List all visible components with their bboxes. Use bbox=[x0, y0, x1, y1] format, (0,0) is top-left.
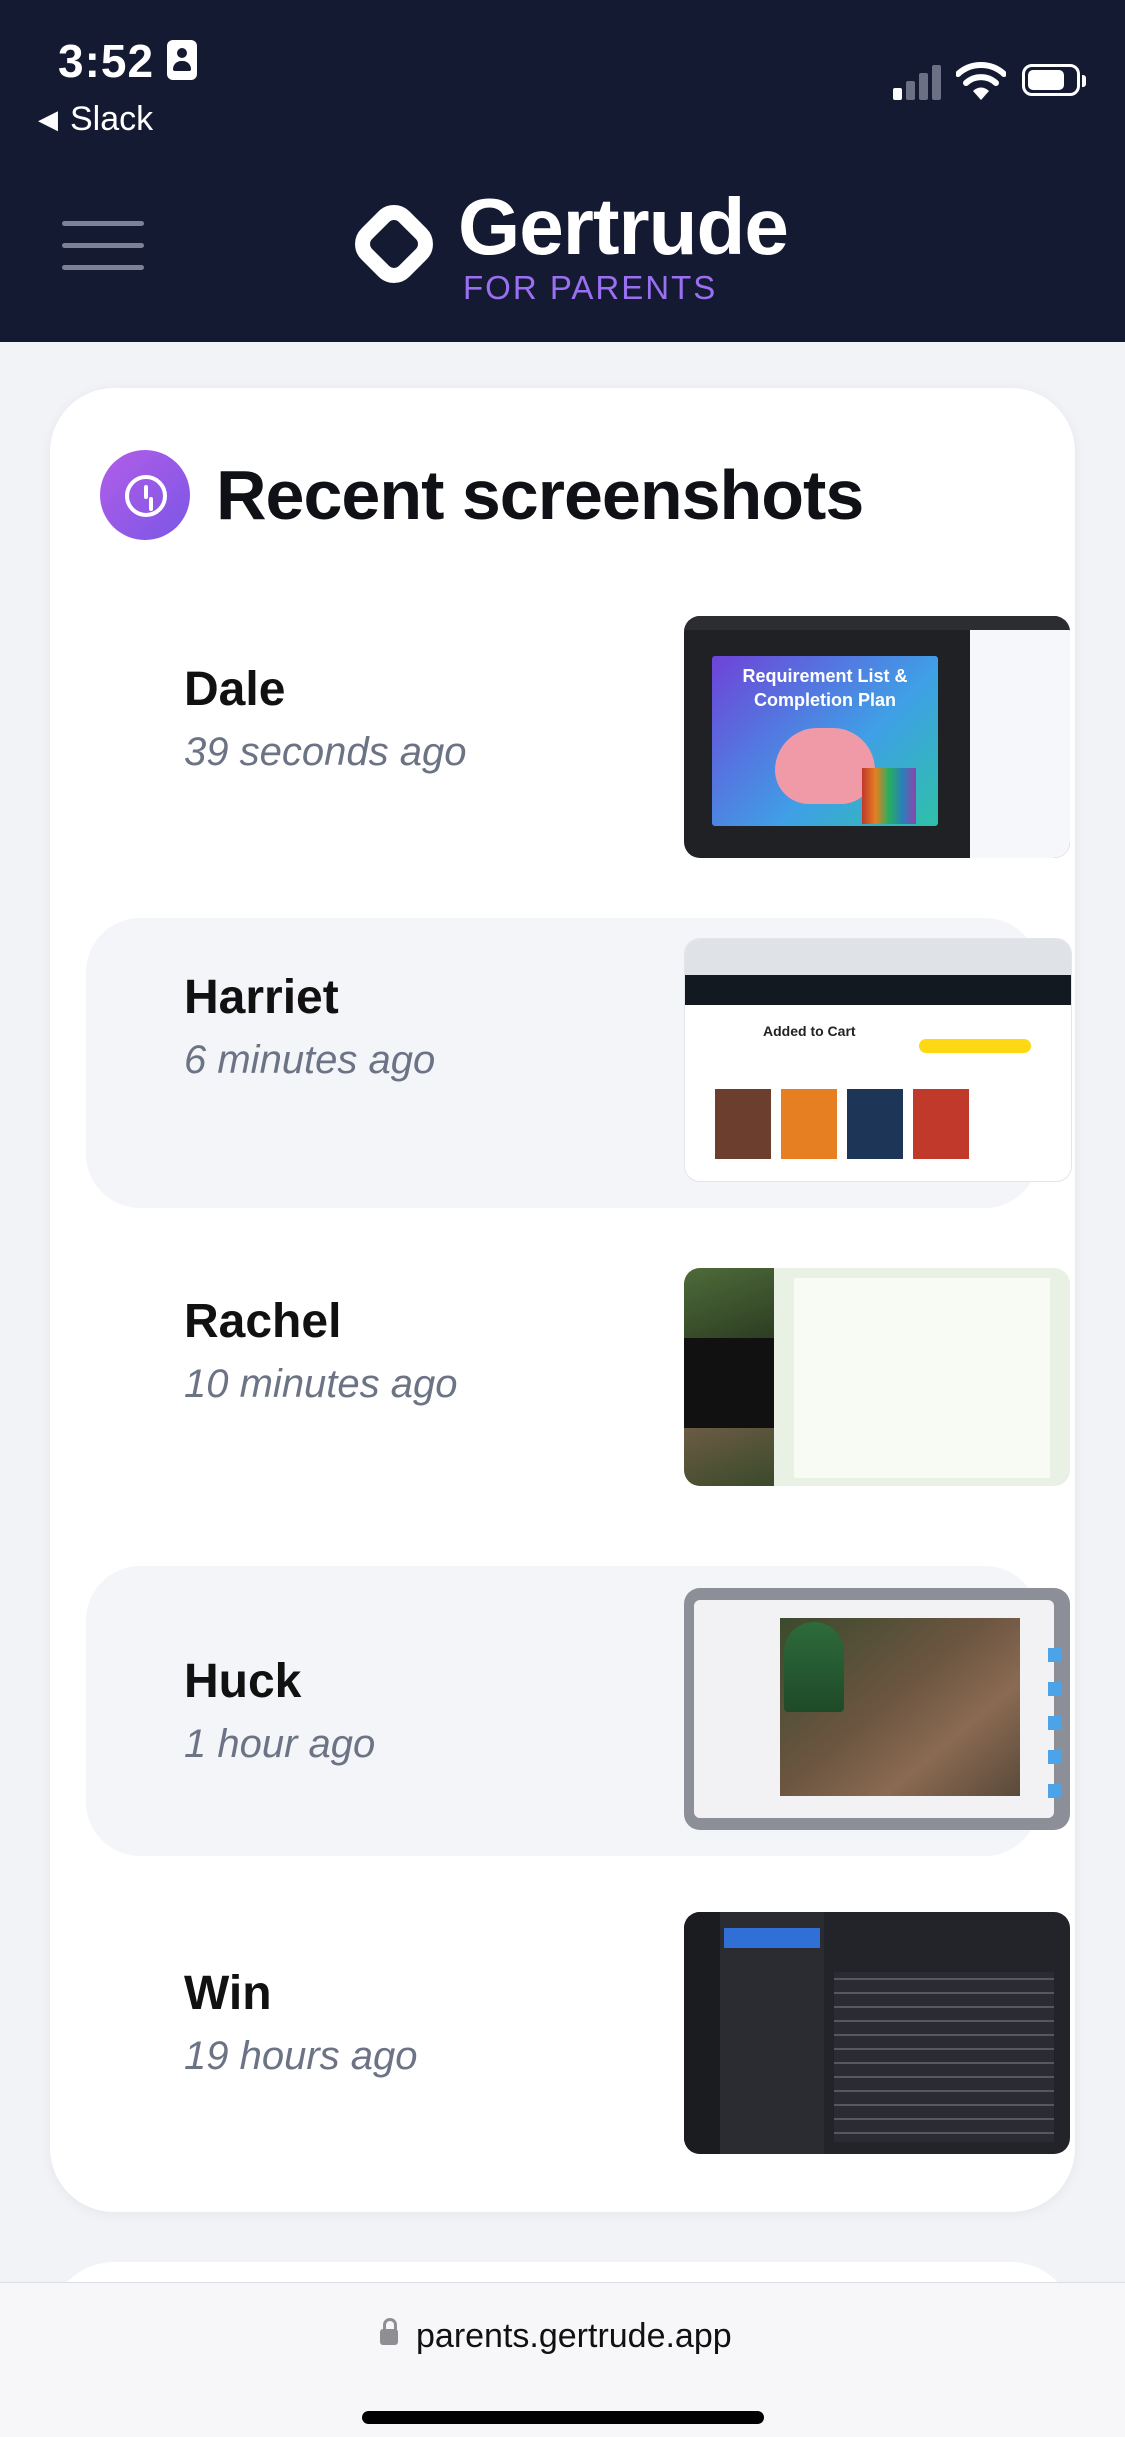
screenshot-row-win[interactable]: Win 19 hours ago bbox=[86, 1890, 1070, 2180]
screenshot-time: 10 minutes ago bbox=[184, 1362, 458, 1406]
wifi-icon bbox=[956, 62, 1006, 100]
child-name: Huck bbox=[184, 1655, 302, 1708]
cellular-signal-icon bbox=[893, 62, 943, 100]
thumb-text: Added to Cart bbox=[763, 1023, 856, 1039]
screenshot-thumbnail[interactable] bbox=[684, 1912, 1070, 2154]
screenshot-thumbnail[interactable] bbox=[684, 1588, 1070, 1830]
status-time: 3:52 bbox=[58, 35, 155, 87]
back-triangle-icon: ◀ bbox=[38, 104, 58, 134]
child-name: Win bbox=[184, 1967, 272, 2020]
card-title: Recent screenshots bbox=[216, 456, 864, 534]
screenshot-row-huck[interactable]: Huck 1 hour ago bbox=[86, 1566, 1070, 1856]
screenshot-thumbnail[interactable] bbox=[684, 1268, 1070, 1486]
screenshot-row-dale[interactable]: Dale 39 seconds ago Requirement List & C… bbox=[86, 594, 1070, 884]
contact-card-icon bbox=[167, 40, 197, 80]
brand-subtitle: FOR PARENTS bbox=[463, 269, 718, 306]
screenshot-row-harriet[interactable]: Harriet 6 minutes ago Added to Cart bbox=[86, 918, 1072, 1208]
home-indicator[interactable] bbox=[362, 2411, 764, 2424]
child-name: Rachel bbox=[184, 1295, 342, 1348]
screenshot-time: 19 hours ago bbox=[184, 2034, 418, 2078]
screenshot-time: 39 seconds ago bbox=[184, 730, 467, 774]
gertrude-logo-icon bbox=[345, 195, 443, 293]
back-to-slack-link[interactable]: ◀ Slack bbox=[38, 100, 153, 139]
thumb-title: Requirement List & Completion Plan bbox=[742, 666, 908, 710]
screenshot-thumbnail[interactable]: Added to Cart bbox=[684, 938, 1072, 1182]
menu-icon[interactable] bbox=[62, 217, 144, 273]
screenshot-time: 1 hour ago bbox=[184, 1722, 376, 1766]
child-name: Harriet bbox=[184, 971, 339, 1024]
recent-screenshots-card: Recent screenshots Dale 39 seconds ago R… bbox=[50, 388, 1075, 2212]
back-app-label: Slack bbox=[70, 100, 154, 138]
clock-icon bbox=[100, 450, 190, 540]
browser-address-bar[interactable]: parents.gertrude.app bbox=[0, 2282, 1125, 2437]
lock-icon bbox=[380, 2318, 398, 2345]
screenshot-thumbnail[interactable]: Requirement List & Completion Plan bbox=[684, 616, 1070, 858]
child-name: Dale bbox=[184, 663, 286, 716]
url-text[interactable]: parents.gertrude.app bbox=[416, 2317, 732, 2356]
screenshot-row-rachel[interactable]: Rachel 10 minutes ago bbox=[86, 1242, 1070, 1532]
screenshot-time: 6 minutes ago bbox=[184, 1038, 436, 1082]
brand-name: Gertrude bbox=[458, 182, 789, 271]
battery-icon bbox=[1022, 64, 1086, 96]
app-header: 3:52 ◀ Slack Gertrude FOR PARENTS bbox=[0, 0, 1125, 342]
